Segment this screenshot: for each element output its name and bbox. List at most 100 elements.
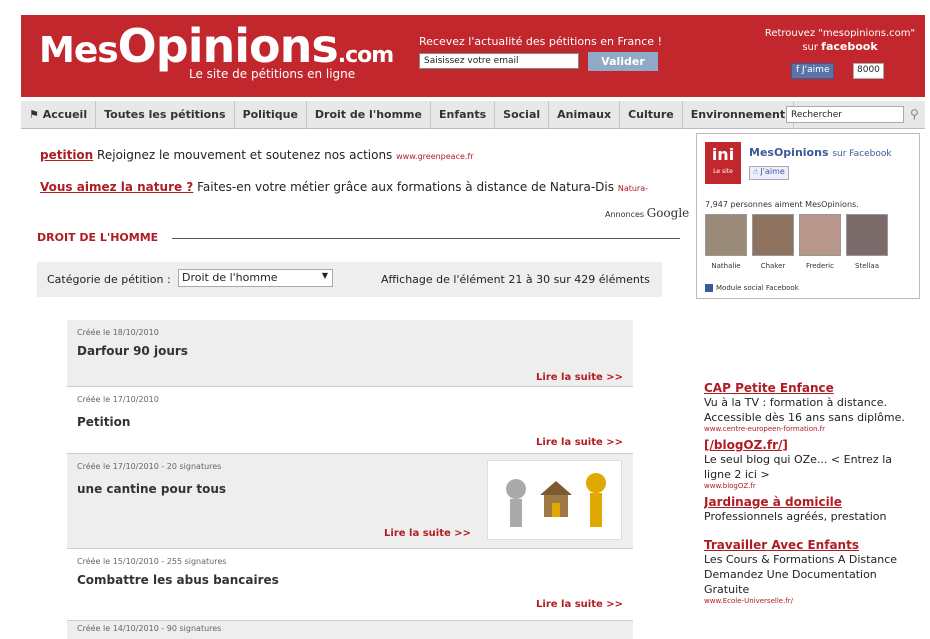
sidebar-ad: [/blogOZ.fr/] Le seul blog qui OZe... < …: [704, 438, 916, 490]
avatar[interactable]: [846, 214, 888, 256]
facebook-like-count: 8000: [853, 63, 884, 79]
facebook-page-name[interactable]: MesOpinions sur Facebook: [749, 146, 892, 159]
nav-item-politique[interactable]: Politique: [235, 100, 307, 129]
nav-item-social[interactable]: Social: [495, 100, 550, 129]
petition-title[interactable]: Combattre les abus bancaires: [77, 573, 279, 587]
facebook-like-label: J'aime: [802, 65, 830, 75]
ad-url[interactable]: www.Ecole-Universelle.fr/: [704, 597, 916, 605]
petition-item[interactable]: Créée le 17/10/2010 - 20 signatures une …: [67, 454, 633, 549]
search-icon[interactable]: ⚲: [910, 107, 919, 121]
sidebar-ad: Travailler Avec Enfants Les Cours & Form…: [704, 538, 916, 605]
site-logo[interactable]: MesOpinions.com: [39, 19, 394, 73]
search-input[interactable]: [786, 106, 904, 123]
read-more-link[interactable]: Lire la suite >>: [384, 528, 471, 539]
petition-item[interactable]: Créée le 15/10/2010 - 255 signatures Com…: [67, 549, 633, 621]
logo-text: ini: [711, 145, 735, 164]
avatar[interactable]: [752, 214, 794, 256]
ad-desc: Le seul blog qui OZe... < Entrez la lign…: [704, 453, 892, 481]
tagline: Le site de pétitions en ligne: [189, 67, 356, 81]
petition-date: Créée le 14/10/2010 - 90 signatures: [77, 624, 222, 633]
nav-item-environnement[interactable]: Environnement: [683, 100, 795, 129]
facebook-like-button[interactable]: ☝ J'aime: [749, 166, 789, 180]
fan-name[interactable]: Chaker: [752, 262, 794, 270]
facebook-module-label[interactable]: Module social Facebook: [705, 284, 799, 292]
read-more-link[interactable]: Lire la suite >>: [536, 437, 623, 448]
fan-names: Nathalie Chaker Frederic Stellaa: [705, 262, 888, 270]
main-nav: ⚑ Accueil Toutes les pétitions Politique…: [21, 100, 925, 129]
page-name: MesOpinions: [749, 146, 829, 159]
ad-url[interactable]: www.blogOZ.fr: [704, 482, 916, 490]
home-icon: ⚑: [29, 107, 43, 121]
ad-desc: Les Cours & Formations A Distance Demand…: [704, 553, 898, 596]
category-selected: Droit de l'homme: [182, 271, 278, 284]
like-label: J'aime: [760, 167, 785, 176]
ad-url[interactable]: Natura-: [618, 184, 648, 193]
section-divider: [172, 238, 680, 239]
newsletter-title: Recevez l'actualité des pétitions en Fra…: [419, 35, 662, 48]
petition-title[interactable]: une cantine pour tous: [77, 482, 226, 496]
ad-title[interactable]: [/blogOZ.fr/]: [704, 438, 788, 452]
ad-link[interactable]: petition: [40, 148, 93, 162]
fans-count: 7,947 personnes aiment MesOpinions.: [705, 200, 859, 209]
fan-name[interactable]: Stellaa: [846, 262, 888, 270]
read-more-link[interactable]: Lire la suite >>: [536, 372, 623, 383]
ad-desc: Professionnels agréés, prestation: [704, 510, 887, 523]
ad-title[interactable]: Jardinage à domicile: [704, 495, 842, 509]
petition-item[interactable]: Créée le 17/10/2010 Petition Lire la sui…: [67, 387, 633, 454]
nav-item-accueil[interactable]: ⚑ Accueil: [21, 100, 97, 129]
petition-date: Créée le 15/10/2010 - 255 signatures: [77, 557, 227, 566]
ad-url[interactable]: www.centre-europeen-formation.fr: [704, 425, 916, 433]
text-ad: petition Rejoignez le mouvement et soute…: [40, 148, 474, 162]
ad-title[interactable]: Travailler Avec Enfants: [704, 538, 859, 552]
logo-com: .com: [337, 43, 394, 68]
avatar[interactable]: [799, 214, 841, 256]
validate-button[interactable]: Valider: [588, 52, 658, 71]
nav-item-animaux[interactable]: Animaux: [549, 100, 621, 129]
petition-image[interactable]: [487, 460, 622, 540]
ad-text: Faites-en votre métier grâce aux formati…: [197, 180, 614, 194]
nav-item-droit[interactable]: Droit de l'homme: [307, 100, 431, 129]
petition-date: Créée le 17/10/2010 - 20 signatures: [77, 462, 222, 471]
logo-mes: Mes: [39, 30, 119, 71]
email-field[interactable]: [419, 53, 579, 69]
petition-date: Créée le 17/10/2010: [77, 395, 159, 404]
nav-item-toutes[interactable]: Toutes les pétitions: [96, 100, 235, 129]
logo-opinions: Opinions: [117, 19, 339, 73]
nav-item-culture[interactable]: Culture: [620, 100, 683, 129]
facebook-promo[interactable]: Retrouvez "mesopinions.com" sur facebook: [761, 27, 919, 54]
read-more-link[interactable]: Lire la suite >>: [536, 599, 623, 610]
petition-item[interactable]: Créée le 18/10/2010 Darfour 90 jours Lir…: [67, 320, 633, 387]
facebook-page-logo[interactable]: ini Le site: [705, 142, 741, 184]
nav-label: Accueil: [42, 107, 88, 121]
annonces-label: Annonces: [605, 210, 645, 219]
facebook-promo-line1: Retrouvez "mesopinions.com": [764, 28, 916, 39]
category-select[interactable]: Droit de l'homme ▼: [178, 269, 333, 287]
sidebar-ad: Jardinage à domicile Professionnels agré…: [704, 495, 916, 533]
logo-sub: Le site: [713, 168, 733, 175]
facebook-like-button[interactable]: f J'aime: [791, 63, 835, 79]
pagination-count: Affichage de l'élément 21 à 30 sur 429 é…: [381, 273, 650, 286]
sidebar-ad: CAP Petite Enfance Vu à la TV : formatio…: [704, 381, 916, 433]
ad-text: Rejoignez le mouvement et soutenez nos a…: [97, 148, 393, 162]
fan-name[interactable]: Nathalie: [705, 262, 747, 270]
petition-date: Créée le 18/10/2010: [77, 328, 159, 337]
sidebar-ads: CAP Petite Enfance Vu à la TV : formatio…: [704, 381, 916, 610]
chevron-down-icon: ▼: [321, 271, 328, 280]
text-ad: Vous aimez la nature ? Faites-en votre m…: [40, 180, 648, 194]
site-header: MesOpinions.com Le site de pétitions en …: [21, 15, 925, 97]
facebook-icon: [705, 284, 713, 292]
fan-faces: [705, 214, 888, 256]
fan-name[interactable]: Frederic: [799, 262, 841, 270]
category-filter: Catégorie de pétition : Droit de l'homme…: [37, 262, 662, 297]
ad-url[interactable]: www.greenpeace.fr: [396, 152, 473, 161]
ad-link[interactable]: Vous aimez la nature ?: [40, 180, 193, 194]
google-ads-label[interactable]: Annonces Google: [605, 206, 689, 220]
ad-title[interactable]: CAP Petite Enfance: [704, 381, 834, 395]
petition-item[interactable]: Créée le 14/10/2010 - 90 signatures: [67, 621, 633, 639]
avatar[interactable]: [705, 214, 747, 256]
section-title: DROIT DE L'HOMME: [37, 231, 159, 244]
module-text: Module social Facebook: [716, 284, 799, 292]
petition-title[interactable]: Darfour 90 jours: [77, 344, 188, 358]
petition-title[interactable]: Petition: [77, 415, 130, 429]
nav-item-enfants[interactable]: Enfants: [431, 100, 496, 129]
